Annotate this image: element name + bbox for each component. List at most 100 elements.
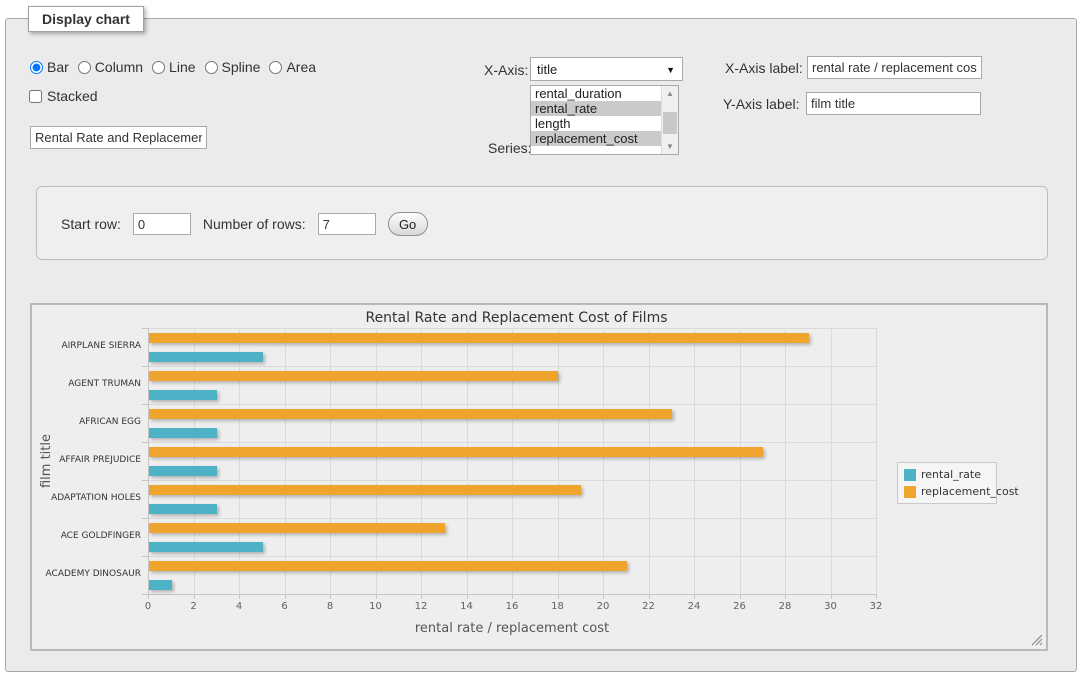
x-tick-label: 4 xyxy=(224,601,254,612)
x-tick-label: 26 xyxy=(725,601,755,612)
chart-type-option-column[interactable]: Column xyxy=(78,59,143,75)
fieldset-legend: Display chart xyxy=(28,6,144,32)
chart-type-option-bar[interactable]: Bar xyxy=(30,59,69,75)
chart-container: Rental Rate and Replacement Cost of Film… xyxy=(30,303,1048,651)
row-params-box: Start row: Number of rows: Go xyxy=(36,186,1048,260)
x-tick-label: 6 xyxy=(270,601,300,612)
bar-replacement_cost[interactable] xyxy=(149,409,672,419)
legend-swatch-icon xyxy=(904,486,916,498)
legend-item-rental_rate[interactable]: rental_rate xyxy=(904,468,990,481)
x-tick-label: 18 xyxy=(543,601,573,612)
scrollbar-thumb[interactable] xyxy=(663,112,677,134)
bar-replacement_cost[interactable] xyxy=(149,561,627,571)
bar-rental_rate[interactable] xyxy=(149,580,172,590)
x-tick-label: 12 xyxy=(406,601,436,612)
legend-item-label: rental_rate xyxy=(921,468,981,481)
x-tick-label: 22 xyxy=(634,601,664,612)
x-axis-title: rental rate / replacement cost xyxy=(148,621,876,636)
y-axis-line xyxy=(148,328,149,594)
bar-replacement_cost[interactable] xyxy=(149,447,763,457)
gridline xyxy=(421,328,422,594)
y-axis-title: film title xyxy=(39,328,55,594)
gridline xyxy=(558,328,559,594)
gridline xyxy=(239,328,240,594)
start-row-input[interactable] xyxy=(133,213,191,235)
gridline xyxy=(694,328,695,594)
x-tick-label: 0 xyxy=(133,601,163,612)
chart-type-radio-column[interactable] xyxy=(78,61,91,74)
listbox-scrollbar[interactable]: ▲ ▼ xyxy=(661,86,678,154)
series-option-length[interactable]: length xyxy=(531,116,661,131)
chart-type-option-line[interactable]: Line xyxy=(152,59,195,75)
num-rows-input[interactable] xyxy=(318,213,376,235)
gridline xyxy=(376,328,377,594)
x-tick-label: 10 xyxy=(361,601,391,612)
legend-item-replacement_cost[interactable]: replacement_cost xyxy=(904,485,990,498)
stacked-checkbox-row[interactable]: Stacked xyxy=(29,88,98,104)
chart-type-option-area[interactable]: Area xyxy=(269,59,316,75)
chart-type-radio-line[interactable] xyxy=(152,61,165,74)
series-option-replacement_cost[interactable]: replacement_cost xyxy=(531,131,661,146)
x-tick-label: 16 xyxy=(497,601,527,612)
chart-type-option-label: Area xyxy=(286,59,316,75)
series-label: Series: xyxy=(488,140,532,156)
gridline xyxy=(512,328,513,594)
bar-replacement_cost[interactable] xyxy=(149,485,581,495)
legend-item-label: replacement_cost xyxy=(921,485,1019,498)
resize-grip-icon[interactable] xyxy=(1031,634,1043,646)
x-tick-label: 24 xyxy=(679,601,709,612)
gridline xyxy=(285,328,286,594)
chart-type-radio-spline[interactable] xyxy=(205,61,218,74)
gridline xyxy=(785,328,786,594)
chart-type-radio-area[interactable] xyxy=(269,61,282,74)
gridline xyxy=(330,328,331,594)
gridline xyxy=(603,328,604,594)
bar-rental_rate[interactable] xyxy=(149,428,217,438)
bar-rental_rate[interactable] xyxy=(149,466,217,476)
series-listbox[interactable]: rental_durationrental_ratelengthreplacem… xyxy=(530,85,679,155)
bar-rental_rate[interactable] xyxy=(149,390,217,400)
series-options: rental_durationrental_ratelengthreplacem… xyxy=(531,86,661,146)
chart-title-input[interactable] xyxy=(30,126,207,149)
bar-replacement_cost[interactable] xyxy=(149,333,809,343)
bar-replacement_cost[interactable] xyxy=(149,371,558,381)
y-axis-label-caption: Y-Axis label: xyxy=(723,96,800,112)
x-axis-selected-value: title xyxy=(537,62,557,77)
stacked-label: Stacked xyxy=(47,88,98,104)
go-button[interactable]: Go xyxy=(388,212,428,236)
y-axis-label-input[interactable] xyxy=(806,92,981,115)
x-tick-label: 20 xyxy=(588,601,618,612)
gridline xyxy=(831,328,832,594)
chart-type-radio-bar[interactable] xyxy=(30,61,43,74)
x-axis-select-label: X-Axis: xyxy=(484,62,528,78)
legend-swatch-icon xyxy=(904,469,916,481)
num-rows-label: Number of rows: xyxy=(203,216,306,232)
chevron-down-icon: ▼ xyxy=(666,65,675,75)
x-tick-label: 30 xyxy=(816,601,846,612)
scroll-down-icon[interactable]: ▼ xyxy=(662,139,678,154)
chart-legend: rental_rate replacement_cost xyxy=(897,462,997,504)
gridline xyxy=(649,328,650,594)
gridline xyxy=(876,328,877,594)
chart-type-option-label: Line xyxy=(169,59,195,75)
stacked-checkbox[interactable] xyxy=(29,90,42,103)
series-option-rental_duration[interactable]: rental_duration xyxy=(531,86,661,101)
chart-title: Rental Rate and Replacement Cost of Film… xyxy=(32,310,1046,326)
gridline xyxy=(194,328,195,594)
x-axis-select[interactable]: title ▼ xyxy=(530,57,683,81)
x-tick-label: 2 xyxy=(179,601,209,612)
x-tick-label: 14 xyxy=(452,601,482,612)
bar-replacement_cost[interactable] xyxy=(149,523,445,533)
x-tick xyxy=(876,594,877,599)
x-tick-label: 28 xyxy=(770,601,800,612)
bar-rental_rate[interactable] xyxy=(149,504,217,514)
page: Display chart Bar Column Line Spline Area St… xyxy=(0,0,1081,681)
x-axis-label-input[interactable] xyxy=(807,56,982,79)
scroll-up-icon[interactable]: ▲ xyxy=(662,86,678,101)
x-tick-label: 8 xyxy=(315,601,345,612)
series-option-rental_rate[interactable]: rental_rate xyxy=(531,101,661,116)
x-axis-line xyxy=(148,594,876,595)
chart-type-option-spline[interactable]: Spline xyxy=(205,59,261,75)
bar-rental_rate[interactable] xyxy=(149,542,263,552)
bar-rental_rate[interactable] xyxy=(149,352,263,362)
